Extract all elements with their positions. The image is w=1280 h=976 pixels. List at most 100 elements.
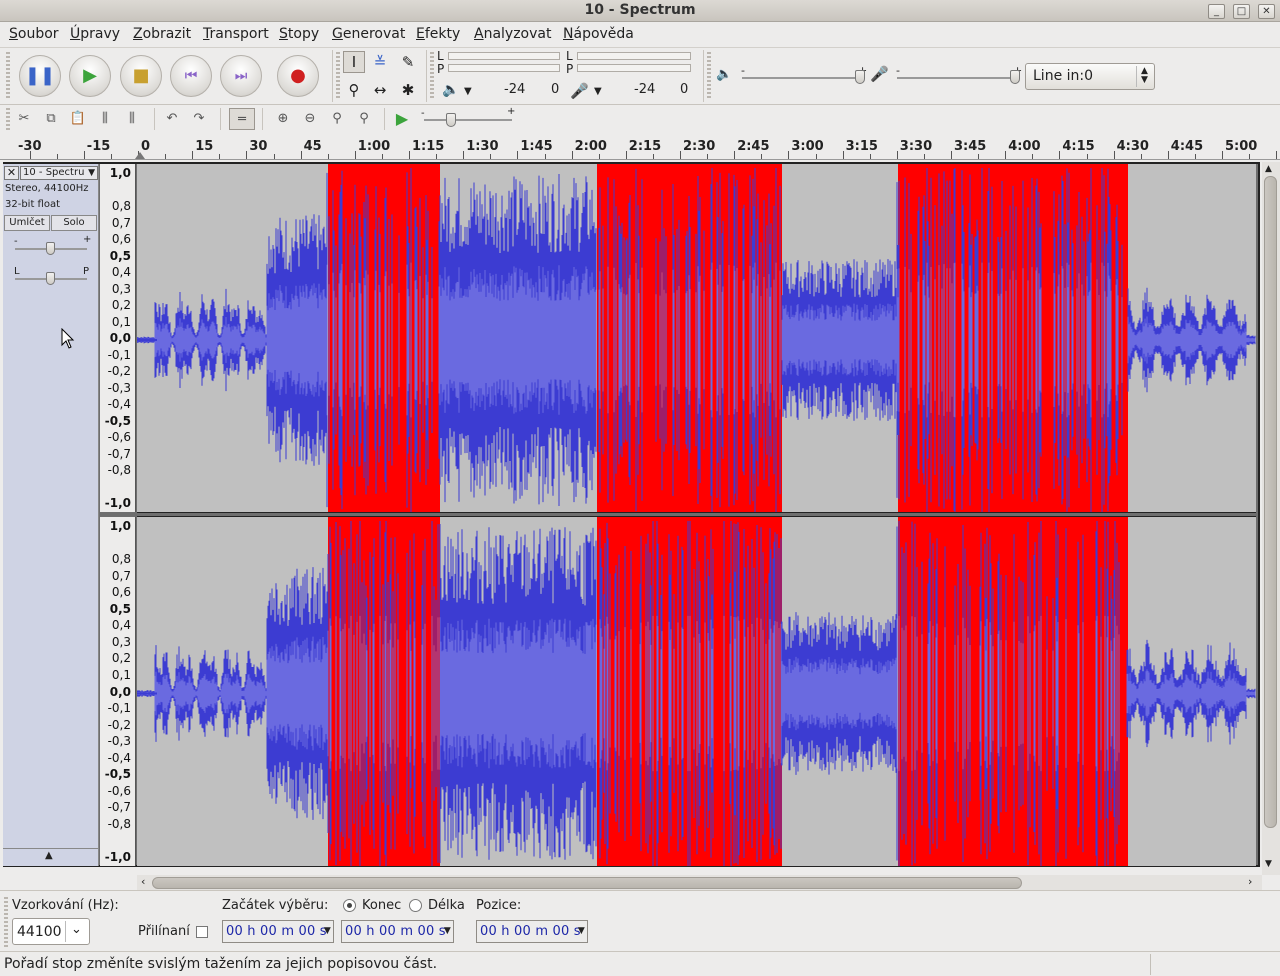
toolbar-grip[interactable] [336, 52, 340, 100]
zoom-in-button[interactable]: ⊕ [271, 108, 295, 130]
ruler-label: 2:45 [737, 139, 770, 154]
silence-button[interactable]: ⫼ [120, 108, 144, 130]
collapse-track-icon[interactable]: ▲ [45, 850, 53, 861]
copy-button[interactable]: ⧉ [39, 108, 63, 130]
channel1-waveform[interactable] [137, 164, 1256, 512]
menu-soubor[interactable]: Soubor [9, 26, 59, 42]
track-control-panel[interactable]: ✕ 10 - Spectru ▼ Stereo, 44100Hz 32-bit f… [3, 164, 99, 866]
gain-slider[interactable] [46, 242, 55, 255]
cut-button[interactable]: ✂ [12, 108, 36, 130]
snap-to-checkbox[interactable] [196, 926, 208, 938]
close-track-button[interactable]: ✕ [4, 166, 19, 180]
play-meter-right[interactable] [448, 64, 560, 72]
toolbar-grip[interactable] [430, 52, 434, 100]
menu-transport[interactable]: Transport [203, 26, 269, 42]
envelope-tool[interactable]: ≚ [369, 51, 391, 73]
scale-label: 0,4 [111, 265, 131, 279]
input-microphone-icon: 🎤 [870, 65, 889, 83]
menu-zobrazit[interactable]: Zobrazit [133, 26, 191, 42]
mute-button[interactable]: Umlčet [4, 215, 50, 231]
zoom-in-icon: ⊕ [277, 111, 289, 126]
microphone-icon: 🎤 [570, 82, 589, 100]
skip-end-button[interactable]: ⏭ [220, 55, 262, 97]
ruler-label: 3:45 [954, 139, 987, 154]
ruler-minor-tick [1086, 154, 1088, 159]
position-label: Pozice: [476, 898, 522, 913]
ruler-label: 4:30 [1116, 139, 1149, 154]
menu-analyzovat[interactable]: Analyzovat [474, 26, 551, 42]
pan-right-label: P [83, 266, 90, 277]
zoom-tool[interactable]: ⚲ [343, 79, 365, 101]
stop-button[interactable]: ■ [120, 55, 162, 97]
paste-button[interactable]: 📋 [66, 108, 90, 130]
timeshift-tool[interactable]: ↔ [369, 79, 391, 101]
project-rate-combo[interactable]: 44100 ⌄ [12, 918, 90, 945]
menu-stopy[interactable]: Stopy [279, 26, 319, 42]
track-name-menu[interactable]: 10 - Spectru ▼ [20, 166, 98, 180]
play-at-speed-button[interactable]: ▶ [390, 108, 414, 130]
scale-label: -0,2 [107, 717, 131, 732]
scale-label: -0,3 [107, 380, 131, 395]
scroll-up-icon[interactable]: ▲ [1265, 164, 1272, 174]
scroll-left-icon[interactable]: ‹ [141, 875, 145, 888]
rec-meter-right[interactable] [577, 64, 691, 72]
pause-button[interactable]: ❚❚ [19, 55, 61, 97]
menu-upravy[interactable]: Úpravy [70, 26, 120, 42]
selection-tool[interactable]: I [343, 51, 365, 73]
draw-tool[interactable]: ✎ [397, 51, 419, 73]
solo-button[interactable]: Solo [51, 215, 97, 231]
zoom-out-button[interactable]: ⊖ [298, 108, 322, 130]
record-button[interactable]: ● [277, 55, 319, 97]
input-source-select[interactable]: Line in:0 ▲ ▼ [1025, 63, 1155, 90]
play-speed-slider[interactable] [446, 113, 456, 127]
sync-lock-button[interactable]: ═ [229, 108, 255, 130]
input-volume-slider[interactable] [1010, 70, 1020, 84]
scale-label: 0,8 [111, 552, 131, 567]
scroll-right-icon[interactable]: › [1248, 875, 1252, 888]
output-volume-slider[interactable] [855, 70, 865, 84]
play-speed-minus: - [421, 108, 425, 119]
skip-end-icon: ⏭ [234, 68, 248, 84]
minimize-button[interactable]: _ [1208, 4, 1225, 19]
fit-selection-button[interactable]: ⚲ [325, 108, 349, 130]
scroll-down-icon[interactable]: ▼ [1265, 859, 1272, 869]
play-meter-left[interactable] [448, 52, 560, 60]
copy-icon: ⧉ [46, 111, 56, 126]
ruler-major-tick [1005, 151, 1007, 159]
menu-napoveda[interactable]: Nápověda [563, 26, 634, 42]
toolbar-grip[interactable] [6, 108, 10, 130]
menu-efekty[interactable]: Efekty [416, 26, 460, 42]
maximize-button[interactable]: □ [1233, 4, 1250, 19]
skip-start-button[interactable]: ⏮ [170, 55, 212, 97]
play-button[interactable]: ▶ [69, 55, 111, 97]
multi-tool[interactable]: ✱ [397, 79, 419, 101]
undo-button[interactable]: ↶ [160, 108, 184, 130]
ruler-major-tick [680, 151, 681, 159]
pan-slider[interactable] [46, 272, 55, 285]
play-meter-menu-icon[interactable]: ▼ [464, 86, 472, 97]
channel2-waveform[interactable] [137, 517, 1256, 866]
toolbar-grip[interactable] [707, 52, 711, 100]
length-radio[interactable] [409, 899, 422, 912]
horizontal-scroll-thumb[interactable] [152, 877, 1022, 889]
timeline-ruler[interactable]: -30 -15 0 15 30 45 1:00 1:15 1:30 1:45 2:00 2:15 2:3… [0, 136, 1280, 160]
close-window-button[interactable]: ✕ [1258, 4, 1275, 19]
vertical-scroll-thumb[interactable] [1264, 176, 1277, 828]
audio-position-time[interactable]: 00 h 00 m 00 s ▼ [476, 920, 588, 943]
rec-meter-menu-icon[interactable]: ▼ [594, 86, 602, 97]
scale-label: 1,0 [109, 519, 131, 533]
vertical-scrollbar[interactable]: ▲ ▼ [1262, 162, 1280, 875]
ruler-minor-tick [1032, 154, 1034, 159]
end-radio[interactable] [343, 899, 356, 912]
redo-button[interactable]: ↷ [187, 108, 211, 130]
toolbar-grip[interactable] [4, 897, 8, 947]
play-head-marker [135, 152, 145, 159]
menu-generovat[interactable]: Generovat [332, 26, 405, 42]
selection-end-time[interactable]: 00 h 00 m 00 s ▼ [341, 920, 454, 943]
trim-button[interactable]: ⫼ [93, 108, 117, 130]
rec-meter-left[interactable] [577, 52, 691, 60]
horizontal-scrollbar[interactable]: ‹ › [137, 875, 1262, 891]
selection-start-time[interactable]: 00 h 00 m 00 s ▼ [222, 920, 334, 943]
toolbar-grip[interactable] [6, 52, 10, 100]
fit-project-button[interactable]: ⚲ [352, 108, 376, 130]
